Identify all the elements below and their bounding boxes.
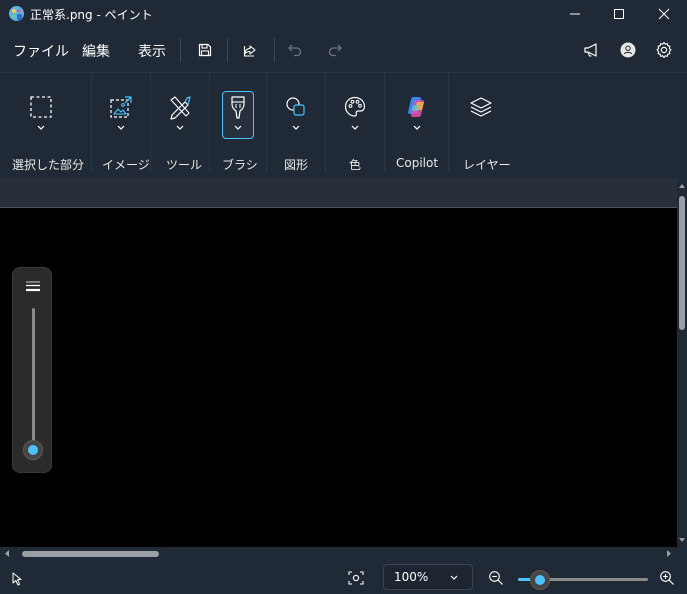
- menu-file[interactable]: ファイル: [13, 41, 69, 61]
- ribbon-label-layers: レイヤー: [463, 158, 511, 172]
- maximize-button[interactable]: [596, 0, 642, 28]
- megaphone-icon: [584, 43, 597, 57]
- zoom-out-button[interactable]: [488, 570, 506, 588]
- ribbon-label-brushes: ブラシ: [222, 158, 258, 172]
- chevron-down-icon: [413, 125, 421, 130]
- ribbon-group-selection[interactable]: 選択した部分: [0, 73, 90, 179]
- ribbon-group-color[interactable]: 色: [326, 73, 384, 179]
- ribbon-label-image: イメージ: [102, 158, 150, 172]
- zoom-in-button[interactable]: [659, 570, 677, 588]
- gear-icon: [656, 41, 672, 59]
- brush-size-knob[interactable]: [23, 440, 43, 460]
- paint-app-icon: [9, 6, 24, 21]
- title-bar: 正常系.png - ペイント: [0, 0, 687, 28]
- ribbon-label-tools: ツール: [166, 158, 203, 172]
- chevron-down-icon: [234, 125, 242, 130]
- fit-screen-icon: [348, 571, 364, 585]
- chevron-down-icon: [292, 125, 300, 130]
- chevron-down-icon: [117, 125, 125, 130]
- zoom-slider-knob[interactable]: [530, 570, 550, 590]
- scroll-down-icon[interactable]: [678, 536, 686, 544]
- share-button[interactable]: [236, 36, 264, 64]
- chevron-down-icon: [351, 125, 359, 130]
- brush-size-panel: [12, 267, 52, 473]
- chevron-down-icon: [176, 125, 184, 130]
- zoom-out-icon: [489, 571, 503, 585]
- minimize-button[interactable]: [552, 0, 598, 28]
- settings-button[interactable]: [650, 36, 678, 64]
- tools-icon: [164, 91, 196, 123]
- ribbon-group-copilot[interactable]: Copilot: [385, 73, 448, 179]
- horizontal-scroll-thumb[interactable]: [22, 551, 159, 557]
- scroll-up-icon[interactable]: [678, 182, 686, 190]
- window-title: 正常系.png - ペイント: [30, 8, 153, 22]
- share-icon: [243, 45, 256, 57]
- vertical-scrollbar[interactable]: [677, 178, 687, 547]
- brush-icon: [222, 91, 254, 123]
- menu-divider: [274, 38, 275, 62]
- maximize-icon: [614, 9, 624, 19]
- toolbar-ribbon: 選択した部分 イメージ ツール ブラシ 図形 色 Copilot レイヤー: [0, 72, 687, 178]
- copilot-icon: [401, 91, 433, 123]
- ribbon-group-brushes[interactable]: ブラシ: [210, 73, 266, 179]
- undo-button[interactable]: [281, 36, 309, 64]
- scrollbar-corner: [677, 547, 687, 560]
- redo-icon: [328, 44, 342, 57]
- scroll-left-icon[interactable]: [3, 549, 11, 558]
- horizontal-scrollbar[interactable]: [0, 547, 677, 560]
- vertical-scroll-thumb[interactable]: [679, 196, 685, 330]
- image-icon: [105, 91, 137, 123]
- menu-divider: [227, 38, 228, 62]
- chevron-down-icon: [37, 125, 45, 130]
- minimize-icon: [570, 13, 580, 15]
- fit-to-window-button[interactable]: [348, 570, 368, 586]
- zoom-level-dropdown[interactable]: 100%: [383, 564, 473, 590]
- undo-icon: [288, 44, 302, 57]
- close-icon: [658, 8, 670, 20]
- save-icon: [198, 43, 212, 57]
- canvas-margin: [0, 178, 677, 208]
- save-button[interactable]: [191, 36, 219, 64]
- layers-icon: [465, 91, 497, 123]
- ribbon-label-shapes: 図形: [284, 158, 309, 172]
- ribbon-group-image[interactable]: イメージ: [92, 73, 150, 179]
- scroll-right-icon[interactable]: [665, 549, 673, 558]
- ribbon-label-color: 色: [349, 158, 362, 172]
- avatar-icon: [620, 42, 636, 58]
- menu-bar: ファイル 編集 表示: [0, 28, 687, 72]
- ribbon-label-copilot: Copilot: [396, 156, 439, 170]
- menu-view[interactable]: 表示: [138, 41, 166, 61]
- account-button[interactable]: [614, 36, 642, 64]
- palette-icon: [339, 91, 371, 123]
- zoom-level-value: 100%: [394, 570, 429, 584]
- menu-edit[interactable]: 編集: [82, 41, 110, 61]
- selection-icon: [25, 91, 57, 123]
- stroke-size-icon: [26, 281, 40, 292]
- close-button[interactable]: [641, 0, 687, 28]
- ribbon-group-layers[interactable]: レイヤー: [449, 73, 513, 179]
- ribbon-group-shapes[interactable]: 図形: [267, 73, 325, 179]
- shapes-icon: [280, 91, 312, 123]
- ribbon-label-selection: 選択した部分: [12, 158, 85, 172]
- status-bar: 100%: [0, 560, 687, 594]
- drawing-canvas[interactable]: [0, 208, 677, 547]
- chevron-down-icon: [450, 575, 458, 580]
- brush-size-track[interactable]: [32, 308, 35, 456]
- zoom-in-icon: [660, 571, 674, 585]
- cursor-position-icon: [12, 572, 22, 586]
- menu-divider: [180, 38, 181, 62]
- redo-button[interactable]: [321, 36, 349, 64]
- ribbon-group-tools[interactable]: ツール: [151, 73, 209, 179]
- feedback-button[interactable]: [578, 36, 606, 64]
